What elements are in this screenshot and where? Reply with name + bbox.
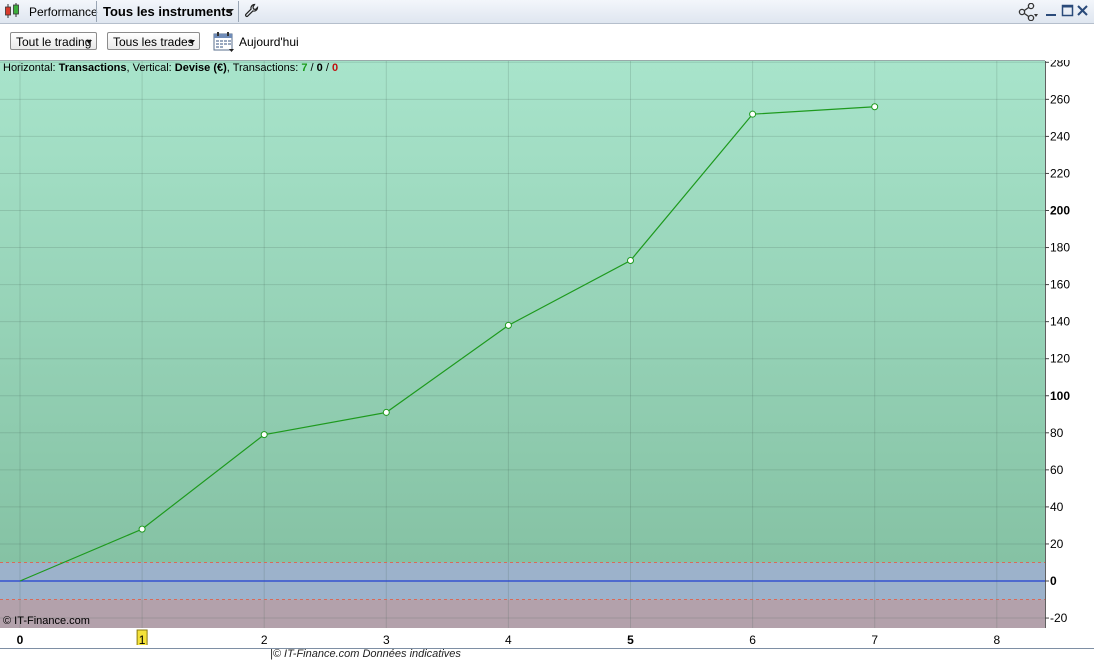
bottom-divider — [0, 648, 1094, 649]
legend-v-prefix: , Vertical: — [126, 62, 175, 74]
minimize-icon[interactable] — [1045, 3, 1058, 18]
x-tick-label: 1 — [139, 633, 146, 645]
data-point — [138, 525, 146, 533]
legend-v-value: Devise (€) — [174, 62, 227, 74]
data-point — [504, 321, 512, 329]
y-tick-label: 60 — [1050, 463, 1064, 477]
legend-loss-count: 0 — [331, 62, 339, 74]
data-point — [627, 257, 634, 265]
x-tick-label: 5 — [627, 633, 634, 645]
x-tick-label: 8 — [993, 633, 1000, 645]
y-tick-label: 20 — [1050, 537, 1064, 551]
x-tick-label: 6 — [749, 633, 756, 645]
y-tick-label: 220 — [1050, 166, 1070, 180]
calendar-icon[interactable] — [213, 31, 235, 53]
data-disclaimer: |© IT-Finance.com Données indicatives — [270, 648, 461, 660]
y-tick-label: 120 — [1050, 352, 1070, 366]
candlestick-icon — [5, 3, 19, 18]
neutral-band-upper — [0, 562, 1045, 581]
wrench-icon[interactable] — [244, 3, 260, 19]
divider — [96, 1, 97, 22]
x-tick-label: 4 — [505, 633, 512, 645]
y-tick-label: 280 — [1050, 60, 1070, 69]
y-tick-label: 140 — [1050, 315, 1070, 329]
performance-chart: -200204060801001201401601802002202402602… — [0, 60, 1070, 645]
neutral-band-lower — [0, 581, 1045, 600]
data-point — [382, 408, 390, 416]
y-tick-label: 160 — [1050, 278, 1070, 292]
x-tick-label: 3 — [383, 633, 390, 645]
chevron-down-icon — [86, 40, 92, 44]
legend-t-prefix: , Transactions: — [226, 62, 302, 74]
y-tick-label: 240 — [1050, 129, 1070, 143]
data-point — [749, 110, 757, 118]
trades-filter-label: Tous les trades — [113, 35, 194, 49]
title-bar: Performance Tous les instruments — [0, 0, 1094, 24]
y-tick-label: 260 — [1050, 92, 1070, 106]
loss-zone — [0, 599, 1045, 628]
data-point — [260, 431, 268, 439]
legend-h-prefix: Horizontal: — [3, 62, 59, 74]
data-point — [871, 103, 879, 111]
date-label[interactable]: Aujourd'hui — [239, 35, 299, 49]
window-title: Performance — [29, 5, 98, 19]
trading-scope-dropdown[interactable]: Tout le trading — [10, 32, 97, 50]
x-tick-label: 2 — [261, 633, 268, 645]
y-tick-label: 100 — [1050, 389, 1070, 403]
y-tick-label: 180 — [1050, 241, 1070, 255]
y-tick-label: -20 — [1050, 611, 1068, 625]
chevron-down-icon[interactable] — [226, 9, 234, 13]
divider — [238, 1, 239, 22]
trades-filter-dropdown[interactable]: Tous les trades — [107, 32, 200, 50]
close-icon[interactable] — [1076, 3, 1089, 18]
instrument-selector[interactable]: Tous les instruments — [103, 4, 233, 19]
x-tick-label: 7 — [871, 633, 878, 645]
chevron-down-icon — [189, 40, 195, 44]
y-tick-label: 0 — [1050, 574, 1057, 588]
trading-scope-label: Tout le trading — [16, 35, 92, 49]
legend-h-value: Transactions — [58, 62, 127, 74]
copyright-label: © IT-Finance.com — [3, 615, 90, 627]
legend-sep: / — [307, 62, 317, 74]
legend-sep: / — [322, 62, 332, 74]
x-tick-label: 0 — [17, 633, 24, 645]
chart-legend: Horizontal: Transactions, Vertical: Devi… — [3, 62, 338, 74]
y-tick-label: 40 — [1050, 500, 1064, 514]
maximize-icon[interactable] — [1061, 3, 1074, 18]
share-icon[interactable] — [1018, 3, 1038, 21]
y-tick-label: 200 — [1050, 204, 1070, 218]
y-tick-label: 80 — [1050, 426, 1064, 440]
